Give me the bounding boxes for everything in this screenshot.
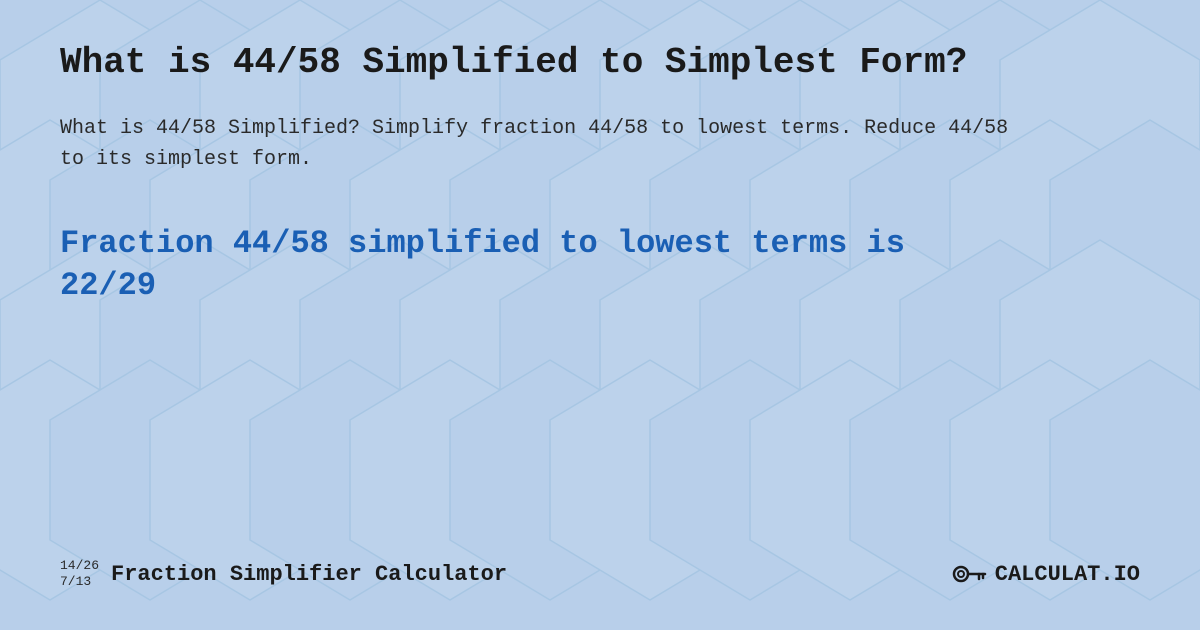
logo-text: CALCULAT.IO xyxy=(995,562,1140,587)
footer-fraction2: 7/13 xyxy=(60,574,99,590)
footer-fraction1: 14/26 xyxy=(60,558,99,574)
footer: 14/26 7/13 Fraction Simplifier Calculato… xyxy=(60,556,1140,600)
logo-icon xyxy=(951,556,987,592)
footer-logo: CALCULAT.IO xyxy=(951,556,1140,592)
footer-fractions: 14/26 7/13 xyxy=(60,558,99,589)
page-description: What is 44/58 Simplified? Simplify fract… xyxy=(60,113,1010,175)
result-section: Fraction 44/58 simplified to lowest term… xyxy=(60,223,1140,556)
page-title: What is 44/58 Simplified to Simplest For… xyxy=(60,40,1060,85)
footer-brand: Fraction Simplifier Calculator xyxy=(111,562,507,587)
result-title: Fraction 44/58 simplified to lowest term… xyxy=(60,223,1010,306)
